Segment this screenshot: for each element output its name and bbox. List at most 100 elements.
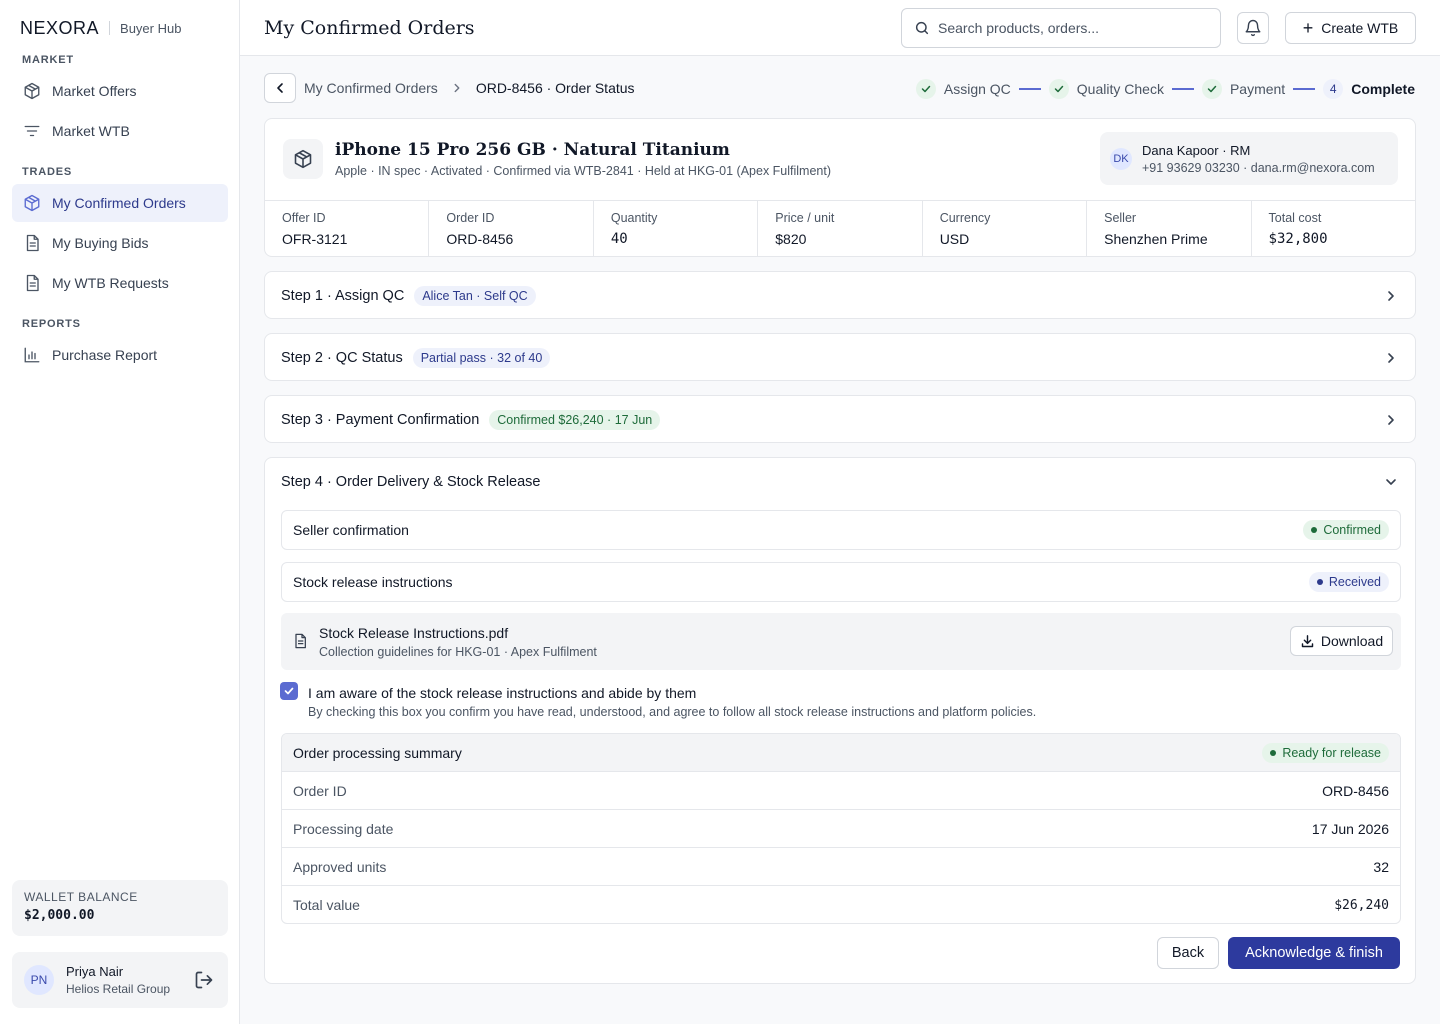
brand-hub-label: Buyer Hub [120, 20, 182, 36]
status-dot [1311, 527, 1318, 533]
status-text: Received [1328, 575, 1381, 589]
stepper-connector [1293, 88, 1316, 90]
stat-value: $32,800 [1268, 231, 1328, 247]
page-title: My Confirmed Orders [264, 17, 475, 39]
acknowledge-checkbox[interactable] [280, 682, 298, 700]
stat-offer-id: Offer ID OFR-3121 [265, 201, 430, 257]
stepper-step-label: Payment [1229, 81, 1286, 97]
document-icon [292, 632, 308, 653]
avatar: PN [24, 965, 54, 995]
status-badge: Received [1308, 572, 1389, 592]
row-value: ORD-8456 [1322, 782, 1389, 799]
status-badge: Confirmed [1303, 520, 1389, 540]
stepper-connector [1171, 88, 1194, 90]
sidebar-item-label: Purchase Report [52, 347, 158, 363]
nav-section-trades: TRADES [22, 166, 73, 178]
summary-header: Order processing summary Ready for relea… [282, 734, 1400, 772]
step-3-payment-confirmation[interactable]: Step 3 · Payment Confirmation Confirmed … [264, 395, 1416, 443]
stepper-connector [1018, 88, 1041, 90]
acknowledge-label[interactable]: I am aware of the stock release instruct… [308, 685, 696, 701]
search-box[interactable] [901, 8, 1221, 48]
filter-lines-icon [22, 121, 42, 141]
sidebar-item-label: Market WTB [52, 123, 130, 139]
step-header[interactable]: Step 2 · QC Status Partial pass · 32 of … [265, 334, 1415, 382]
stat-seller: Seller Shenzhen Prime [1087, 201, 1252, 257]
stat-label: Quantity [610, 211, 658, 225]
progress-stepper: Assign QC Quality Check Payment 4 Comple… [915, 79, 1415, 99]
back-chevron-button[interactable] [264, 73, 296, 103]
sidebar-item-label: My Confirmed Orders [52, 195, 186, 211]
sidebar-item-wtb-requests[interactable]: My WTB Requests [12, 264, 228, 302]
brand: NEXORA Buyer Hub [20, 18, 181, 38]
row-label: Seller confirmation [293, 522, 409, 538]
row-label: Processing date [293, 820, 394, 837]
wallet-balance: WALLET BALANCE $2,000.00 [12, 880, 228, 936]
status-text: Ready for release [1282, 745, 1381, 760]
sidebar-item-purchase-report[interactable]: Purchase Report [12, 336, 228, 374]
stat-value: USD [939, 231, 970, 247]
stat-price-unit: Price / unit $820 [758, 201, 923, 257]
acknowledge-finish-button[interactable]: Acknowledge & finish [1228, 937, 1400, 969]
user-name: Priya Nair [66, 964, 124, 979]
table-row: Total value $26,240 [282, 886, 1400, 923]
table-row: Order ID ORD-8456 [282, 772, 1400, 810]
chevron-right-icon [1383, 350, 1399, 366]
step-header[interactable]: Step 4 · Order Delivery & Stock Release [265, 458, 1415, 506]
stat-value: $820 [775, 231, 807, 247]
stat-label: Order ID [446, 211, 495, 225]
step-header[interactable]: Step 1 · Assign QC Alice Tan · Self QC [265, 272, 1415, 320]
step-title: Step 2 · QC Status [281, 350, 403, 366]
logout-icon[interactable] [192, 968, 216, 992]
check-icon [1048, 79, 1069, 99]
file-attachment: Stock Release Instructions.pdf Collectio… [281, 613, 1401, 670]
stat-total-cost: Total cost $32,800 [1252, 201, 1415, 257]
stat-value: 40 [610, 231, 628, 247]
rm-contact: +91 93629 03230 · dana.rm@nexora.com [1142, 160, 1375, 175]
sidebar-item-buying-bids[interactable]: My Buying Bids [12, 224, 228, 262]
stepper-step-label-current: Complete [1351, 81, 1415, 97]
stepper-current-number: 4 [1323, 79, 1344, 99]
product-subtitle: Apple · IN spec · Activated · Confirmed … [335, 164, 832, 178]
rm-name: Dana Kapoor · RM [1142, 142, 1251, 158]
cube-icon [22, 81, 42, 101]
status-badge: Alice Tan · Self QC [414, 286, 536, 306]
step-title: Step 4 · Order Delivery & Stock Release [281, 474, 541, 490]
back-button[interactable]: Back [1157, 937, 1219, 969]
file-name: Stock Release Instructions.pdf [319, 625, 509, 641]
step-header[interactable]: Step 3 · Payment Confirmation Confirmed … [265, 396, 1415, 444]
step-1-assign-qc[interactable]: Step 1 · Assign QC Alice Tan · Self QC [264, 271, 1416, 319]
bell-icon [1244, 19, 1262, 37]
breadcrumb-parent[interactable]: My Confirmed Orders [304, 80, 438, 96]
order-card: iPhone 15 Pro 256 GB · Natural Titanium … [264, 118, 1416, 257]
table-row: Processing date 17 Jun 2026 [282, 810, 1400, 848]
sidebar: NEXORA Buyer Hub MARKET Market Offers Ma… [0, 0, 240, 1024]
sidebar-item-market-offers[interactable]: Market Offers [12, 72, 228, 110]
step-2-qc-status[interactable]: Step 2 · QC Status Partial pass · 32 of … [264, 333, 1416, 381]
file-description: Collection guidelines for HKG-01 · Apex … [319, 645, 597, 659]
sidebar-item-label: My WTB Requests [52, 275, 169, 291]
notifications-button[interactable] [1237, 12, 1269, 44]
breadcrumb: My Confirmed Orders ORD-8456 · Order Sta… [304, 80, 635, 96]
create-wtb-button[interactable]: + Create WTB [1285, 12, 1416, 44]
sidebar-item-market-wtb[interactable]: Market WTB [12, 112, 228, 150]
stat-currency: Currency USD [923, 201, 1088, 257]
row-label: Total value [293, 897, 360, 913]
check-icon [283, 685, 295, 697]
sidebar-item-confirmed-orders[interactable]: My Confirmed Orders [12, 184, 228, 222]
user-org: Helios Retail Group [66, 982, 171, 996]
document-icon [22, 233, 42, 253]
row-label: Order ID [293, 782, 347, 799]
relationship-manager-card: DK Dana Kapoor · RM +91 93629 03230 · da… [1100, 132, 1398, 185]
row-label: Stock release instructions [293, 574, 453, 590]
wallet-label: WALLET BALANCE [24, 890, 138, 904]
nav-section-reports: REPORTS [22, 318, 81, 330]
chevron-left-icon [272, 80, 288, 96]
status-badge: Partial pass · 32 of 40 [412, 348, 551, 368]
step-title: Step 3 · Payment Confirmation [281, 412, 480, 428]
status-badge: Confirmed $26,240 · 17 Jun [489, 410, 661, 430]
seller-confirmation-row: Seller confirmation Confirmed [281, 510, 1401, 550]
download-button[interactable]: Download [1290, 626, 1393, 656]
stat-value: Shenzhen Prime [1104, 231, 1208, 247]
chevron-down-icon [1383, 474, 1399, 490]
search-input[interactable] [938, 20, 1198, 36]
